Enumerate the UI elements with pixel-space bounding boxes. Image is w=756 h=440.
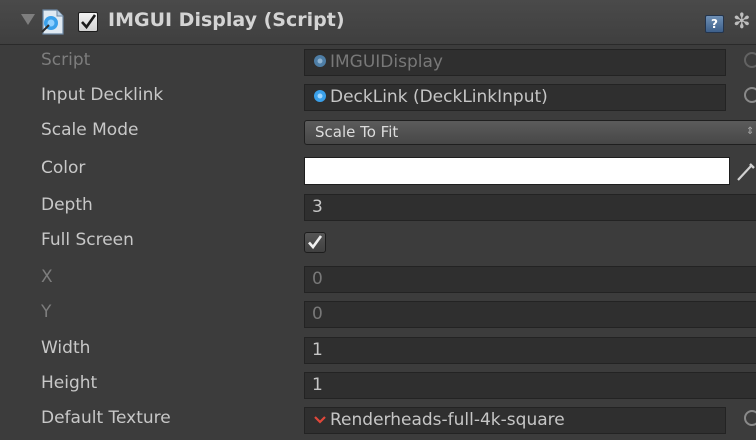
object-picker-icon[interactable] (744, 87, 756, 103)
color-label: Color (41, 158, 86, 178)
script-component-icon (41, 9, 64, 35)
checkmark-icon (308, 235, 323, 250)
default-texture-field[interactable]: Renderheads-full-4k-square (304, 407, 726, 434)
script-asset-icon (314, 90, 326, 102)
row-color: Color (0, 153, 756, 188)
row-script: Script IMGUIDisplay (0, 45, 756, 80)
texture-asset-icon (314, 416, 326, 424)
scale-mode-dropdown[interactable]: Scale To Fit ⇕ (304, 120, 756, 145)
input-decklink-value: DeckLink (DeckLinkInput) (330, 87, 548, 107)
input-decklink-label: Input Decklink (41, 85, 164, 105)
input-decklink-field[interactable]: DeckLink (DeckLinkInput) (304, 84, 726, 111)
script-value: IMGUIDisplay (330, 52, 443, 72)
row-input-decklink: Input Decklink DeckLink (DeckLinkInput) (0, 80, 756, 115)
row-full-screen: Full Screen (0, 225, 756, 260)
row-y: Y 0 (0, 297, 756, 332)
y-input: 0 (304, 301, 756, 328)
script-asset-icon (314, 55, 326, 67)
depth-label: Depth (41, 195, 93, 215)
scale-mode-value: Scale To Fit (315, 123, 399, 141)
width-label: Width (41, 338, 91, 358)
y-label: Y (41, 302, 52, 322)
row-x: X 0 (0, 262, 756, 297)
row-scale-mode: Scale Mode Scale To Fit ⇕ (0, 115, 756, 150)
gear-icon[interactable]: ✻ (733, 9, 751, 33)
script-object-field: IMGUIDisplay (304, 49, 726, 76)
object-picker-icon (744, 52, 756, 68)
height-input[interactable]: 1 (304, 372, 756, 399)
x-input: 0 (304, 266, 756, 293)
row-height: Height 1 (0, 368, 756, 403)
full-screen-checkbox[interactable] (304, 232, 326, 253)
default-texture-value: Renderheads-full-4k-square (330, 410, 565, 430)
height-label: Height (41, 373, 98, 393)
dropdown-arrows-icon: ⇕ (746, 126, 755, 137)
component-title: IMGUI Display (Script) (108, 9, 345, 31)
component-header[interactable]: IMGUI Display (Script) ? ✻ (0, 0, 756, 45)
component-enabled-checkbox[interactable] (78, 12, 98, 32)
full-screen-label: Full Screen (41, 230, 134, 250)
x-label: X (41, 267, 53, 287)
row-width: Width 1 (0, 333, 756, 368)
default-texture-label: Default Texture (41, 408, 171, 428)
inspector-panel: IMGUI Display (Script) ? ✻ Script IMGUID… (0, 0, 756, 440)
row-default-texture: Default Texture Renderheads-full-4k-squa… (0, 403, 756, 438)
object-picker-icon[interactable] (744, 410, 756, 426)
color-swatch[interactable] (304, 157, 730, 185)
foldout-arrow-icon[interactable] (21, 14, 35, 25)
script-label: Script (41, 50, 91, 70)
checkmark-icon (81, 14, 97, 30)
scale-mode-label: Scale Mode (41, 120, 139, 140)
help-book-icon[interactable]: ? (705, 15, 724, 33)
depth-input[interactable]: 3 (304, 194, 756, 221)
eyedropper-icon[interactable] (736, 162, 756, 182)
row-depth: Depth 3 (0, 190, 756, 225)
width-input[interactable]: 1 (304, 337, 756, 364)
